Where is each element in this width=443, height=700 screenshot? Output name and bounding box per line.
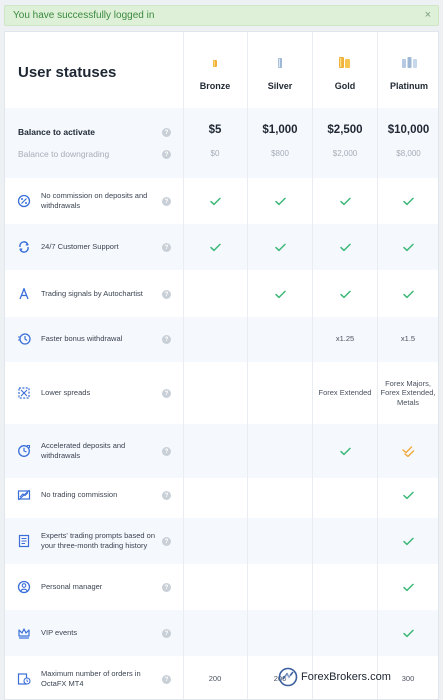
tier-silver: Silver [248, 48, 312, 108]
feature-value-gold: x1.25 [335, 334, 355, 344]
user-statuses-panel: User statuses Bronze Silver Gold Platinu… [4, 31, 439, 700]
help-icon[interactable]: ? [162, 388, 171, 398]
check-icon [376, 225, 438, 269]
downgrade-silver: $800 [271, 148, 289, 158]
check-icon [183, 179, 247, 223]
feature-value-bronze: 200 [208, 674, 222, 684]
feature-value-gold: Forex Extended [318, 388, 372, 398]
check-icon [376, 473, 438, 517]
feature-label: VIP events [41, 628, 78, 637]
check-icon [248, 179, 312, 223]
percent-circle-icon [17, 194, 31, 208]
signal-tower-icon [17, 287, 31, 301]
feature-value-platinum: x1.5 [400, 334, 416, 344]
downgrade-platinum: $8,000 [396, 148, 421, 158]
feature-label: Experts' trading prompts based on your t… [41, 531, 155, 550]
gold-bars-icon [339, 57, 350, 68]
silver-bar-icon [278, 58, 282, 68]
check-icon [376, 565, 438, 609]
feature-label: Trading signals by Autochartist [41, 289, 143, 298]
check-icon [248, 272, 312, 316]
tier-gold: Gold [313, 48, 377, 108]
help-icon[interactable]: ? [162, 490, 171, 500]
help-icon[interactable]: ? [162, 289, 171, 299]
tier-name: Silver [267, 81, 293, 91]
check-icon [376, 179, 438, 223]
feature-value-platinum: Forex Majors, Forex Extended, Metals [380, 378, 436, 407]
check-icon [313, 429, 377, 473]
success-alert: You have successfully logged in × [4, 5, 439, 26]
balance-downgrade-label: Balance to downgrading [18, 149, 110, 159]
tier-name: Gold [334, 81, 356, 91]
no-commission-chart-icon [17, 488, 31, 502]
orders-clock-icon [17, 672, 31, 686]
person-circle-icon [17, 580, 31, 594]
spread-compress-icon [17, 386, 31, 400]
check-icon [183, 225, 247, 269]
help-icon[interactable]: ? [162, 582, 171, 592]
double-check-icon [376, 429, 438, 473]
check-icon [313, 272, 377, 316]
feature-label: Faster bonus withdrawal [41, 334, 123, 343]
platinum-bars-icon [402, 57, 417, 68]
help-icon[interactable]: ? [162, 446, 171, 456]
tier-platinum: Platinum [377, 48, 438, 108]
feature-label: Personal manager [41, 582, 103, 591]
forexbrokers-watermark: ForexBrokers.com [278, 666, 438, 688]
fast-clock-icon [17, 332, 31, 346]
feature-label: Accelerated deposits and withdrawals [41, 441, 126, 460]
forexbrokers-logo-icon [278, 667, 298, 687]
page-title: User statuses [18, 64, 117, 81]
activate-bronze: $5 [208, 124, 222, 136]
help-icon[interactable]: ? [162, 150, 171, 159]
tier-name: Bronze [199, 81, 231, 91]
check-icon [248, 225, 312, 269]
feature-label: No trading commission [41, 490, 118, 499]
activate-gold: $2,500 [327, 124, 363, 136]
check-icon [313, 179, 377, 223]
help-icon[interactable]: ? [162, 536, 171, 546]
activate-silver: $1,000 [262, 124, 298, 136]
accelerated-clock-icon [17, 444, 31, 458]
balance-row-bg [5, 108, 438, 178]
help-icon[interactable]: ? [162, 628, 171, 638]
downgrade-bronze: $0 [210, 148, 220, 158]
crown-icon [17, 626, 31, 640]
activate-platinum: $10,000 [387, 124, 430, 136]
check-icon [313, 225, 377, 269]
help-icon[interactable]: ? [162, 196, 171, 206]
downgrade-gold: $2,000 [332, 148, 358, 158]
feature-label: Maximum number of orders in OctaFX MT4 [41, 669, 141, 688]
feature-label: Lower spreads [41, 388, 91, 397]
feature-label: 24/7 Customer Support [41, 242, 119, 251]
balance-activate-label: Balance to activate [18, 127, 96, 137]
check-icon [376, 519, 438, 563]
tier-bronze: Bronze [183, 48, 247, 108]
support-cycle-icon [17, 240, 31, 254]
help-icon[interactable]: ? [162, 128, 171, 137]
expert-document-icon [17, 534, 31, 548]
help-icon[interactable]: ? [162, 674, 171, 684]
help-icon[interactable]: ? [162, 334, 171, 344]
bronze-bar-icon [213, 60, 217, 67]
watermark-text: ForexBrokers.com [301, 671, 391, 683]
alert-message: You have successfully logged in [13, 10, 155, 21]
feature-label: No commission on deposits and withdrawal… [41, 191, 148, 210]
alert-close-button[interactable]: × [425, 6, 431, 25]
help-icon[interactable]: ? [162, 242, 171, 252]
tier-name: Platinum [389, 81, 428, 91]
check-icon [376, 611, 438, 655]
check-icon [376, 272, 438, 316]
